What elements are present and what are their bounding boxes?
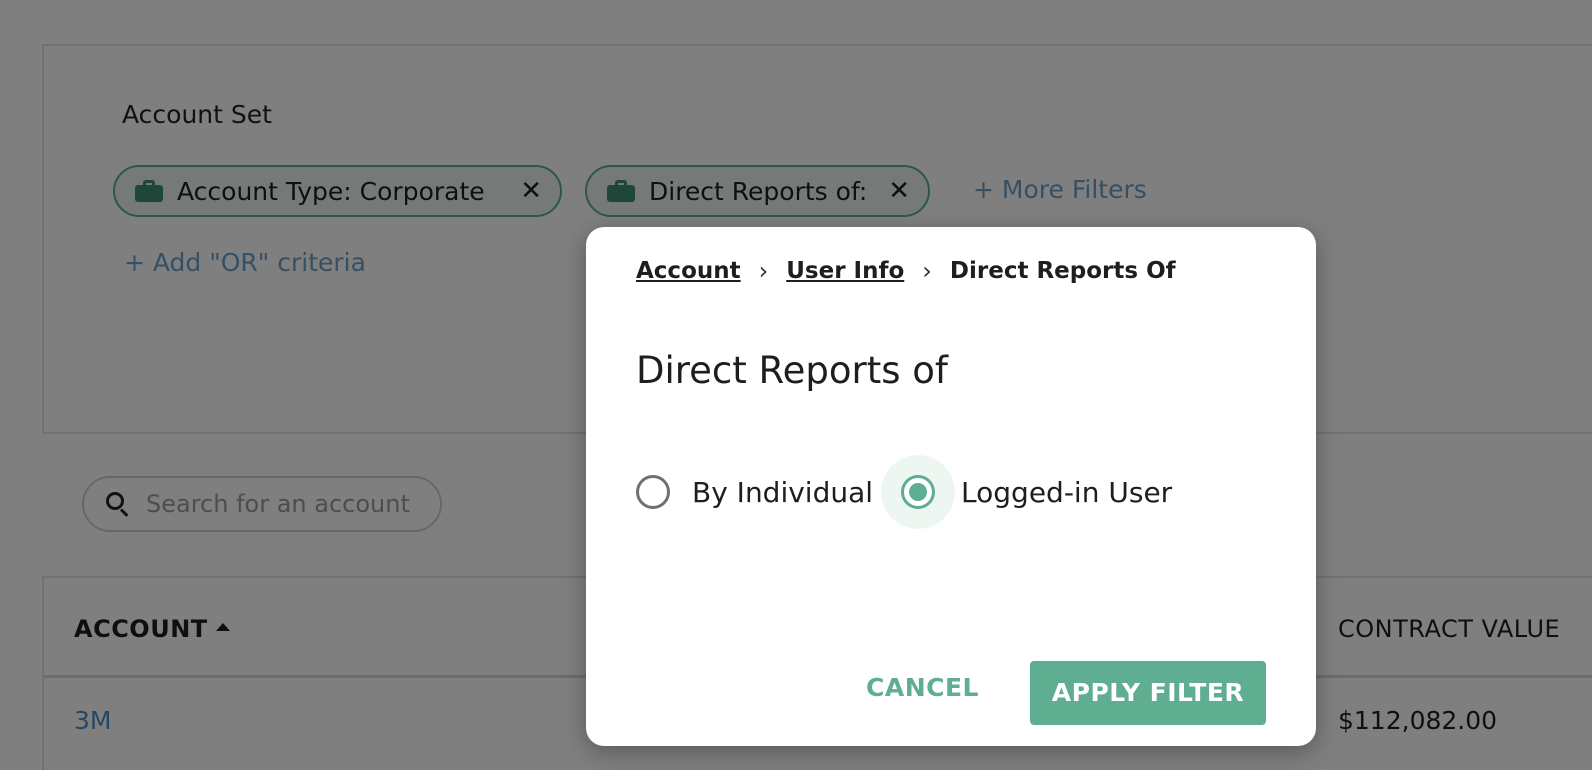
radio-option-logged-in-user[interactable]: Logged-in User: [873, 455, 1172, 529]
cancel-button[interactable]: CANCEL: [866, 663, 978, 713]
chevron-right-icon: ›: [922, 257, 932, 285]
breadcrumb: Account › User Info › Direct Reports Of: [636, 257, 1176, 285]
apply-filter-button[interactable]: APPLY FILTER: [1030, 661, 1266, 725]
breadcrumb-account[interactable]: Account: [636, 258, 741, 284]
radio-option-by-individual[interactable]: By Individual: [636, 475, 873, 509]
dialog-title: Direct Reports of: [636, 349, 948, 392]
breadcrumb-current: Direct Reports Of: [949, 258, 1176, 284]
radio-by-individual[interactable]: [636, 475, 670, 509]
chevron-right-icon: ›: [758, 257, 769, 285]
radio-logged-in-user[interactable]: [901, 475, 936, 509]
radio-focus-halo: [881, 455, 956, 529]
report-type-radio-group: By Individual Logged-in User: [636, 455, 1172, 529]
breadcrumb-user-info[interactable]: User Info: [786, 258, 904, 284]
direct-reports-dialog: Account › User Info › Direct Reports Of …: [586, 227, 1316, 746]
radio-label: Logged-in User: [961, 475, 1173, 509]
radio-label: By Individual: [692, 475, 874, 509]
